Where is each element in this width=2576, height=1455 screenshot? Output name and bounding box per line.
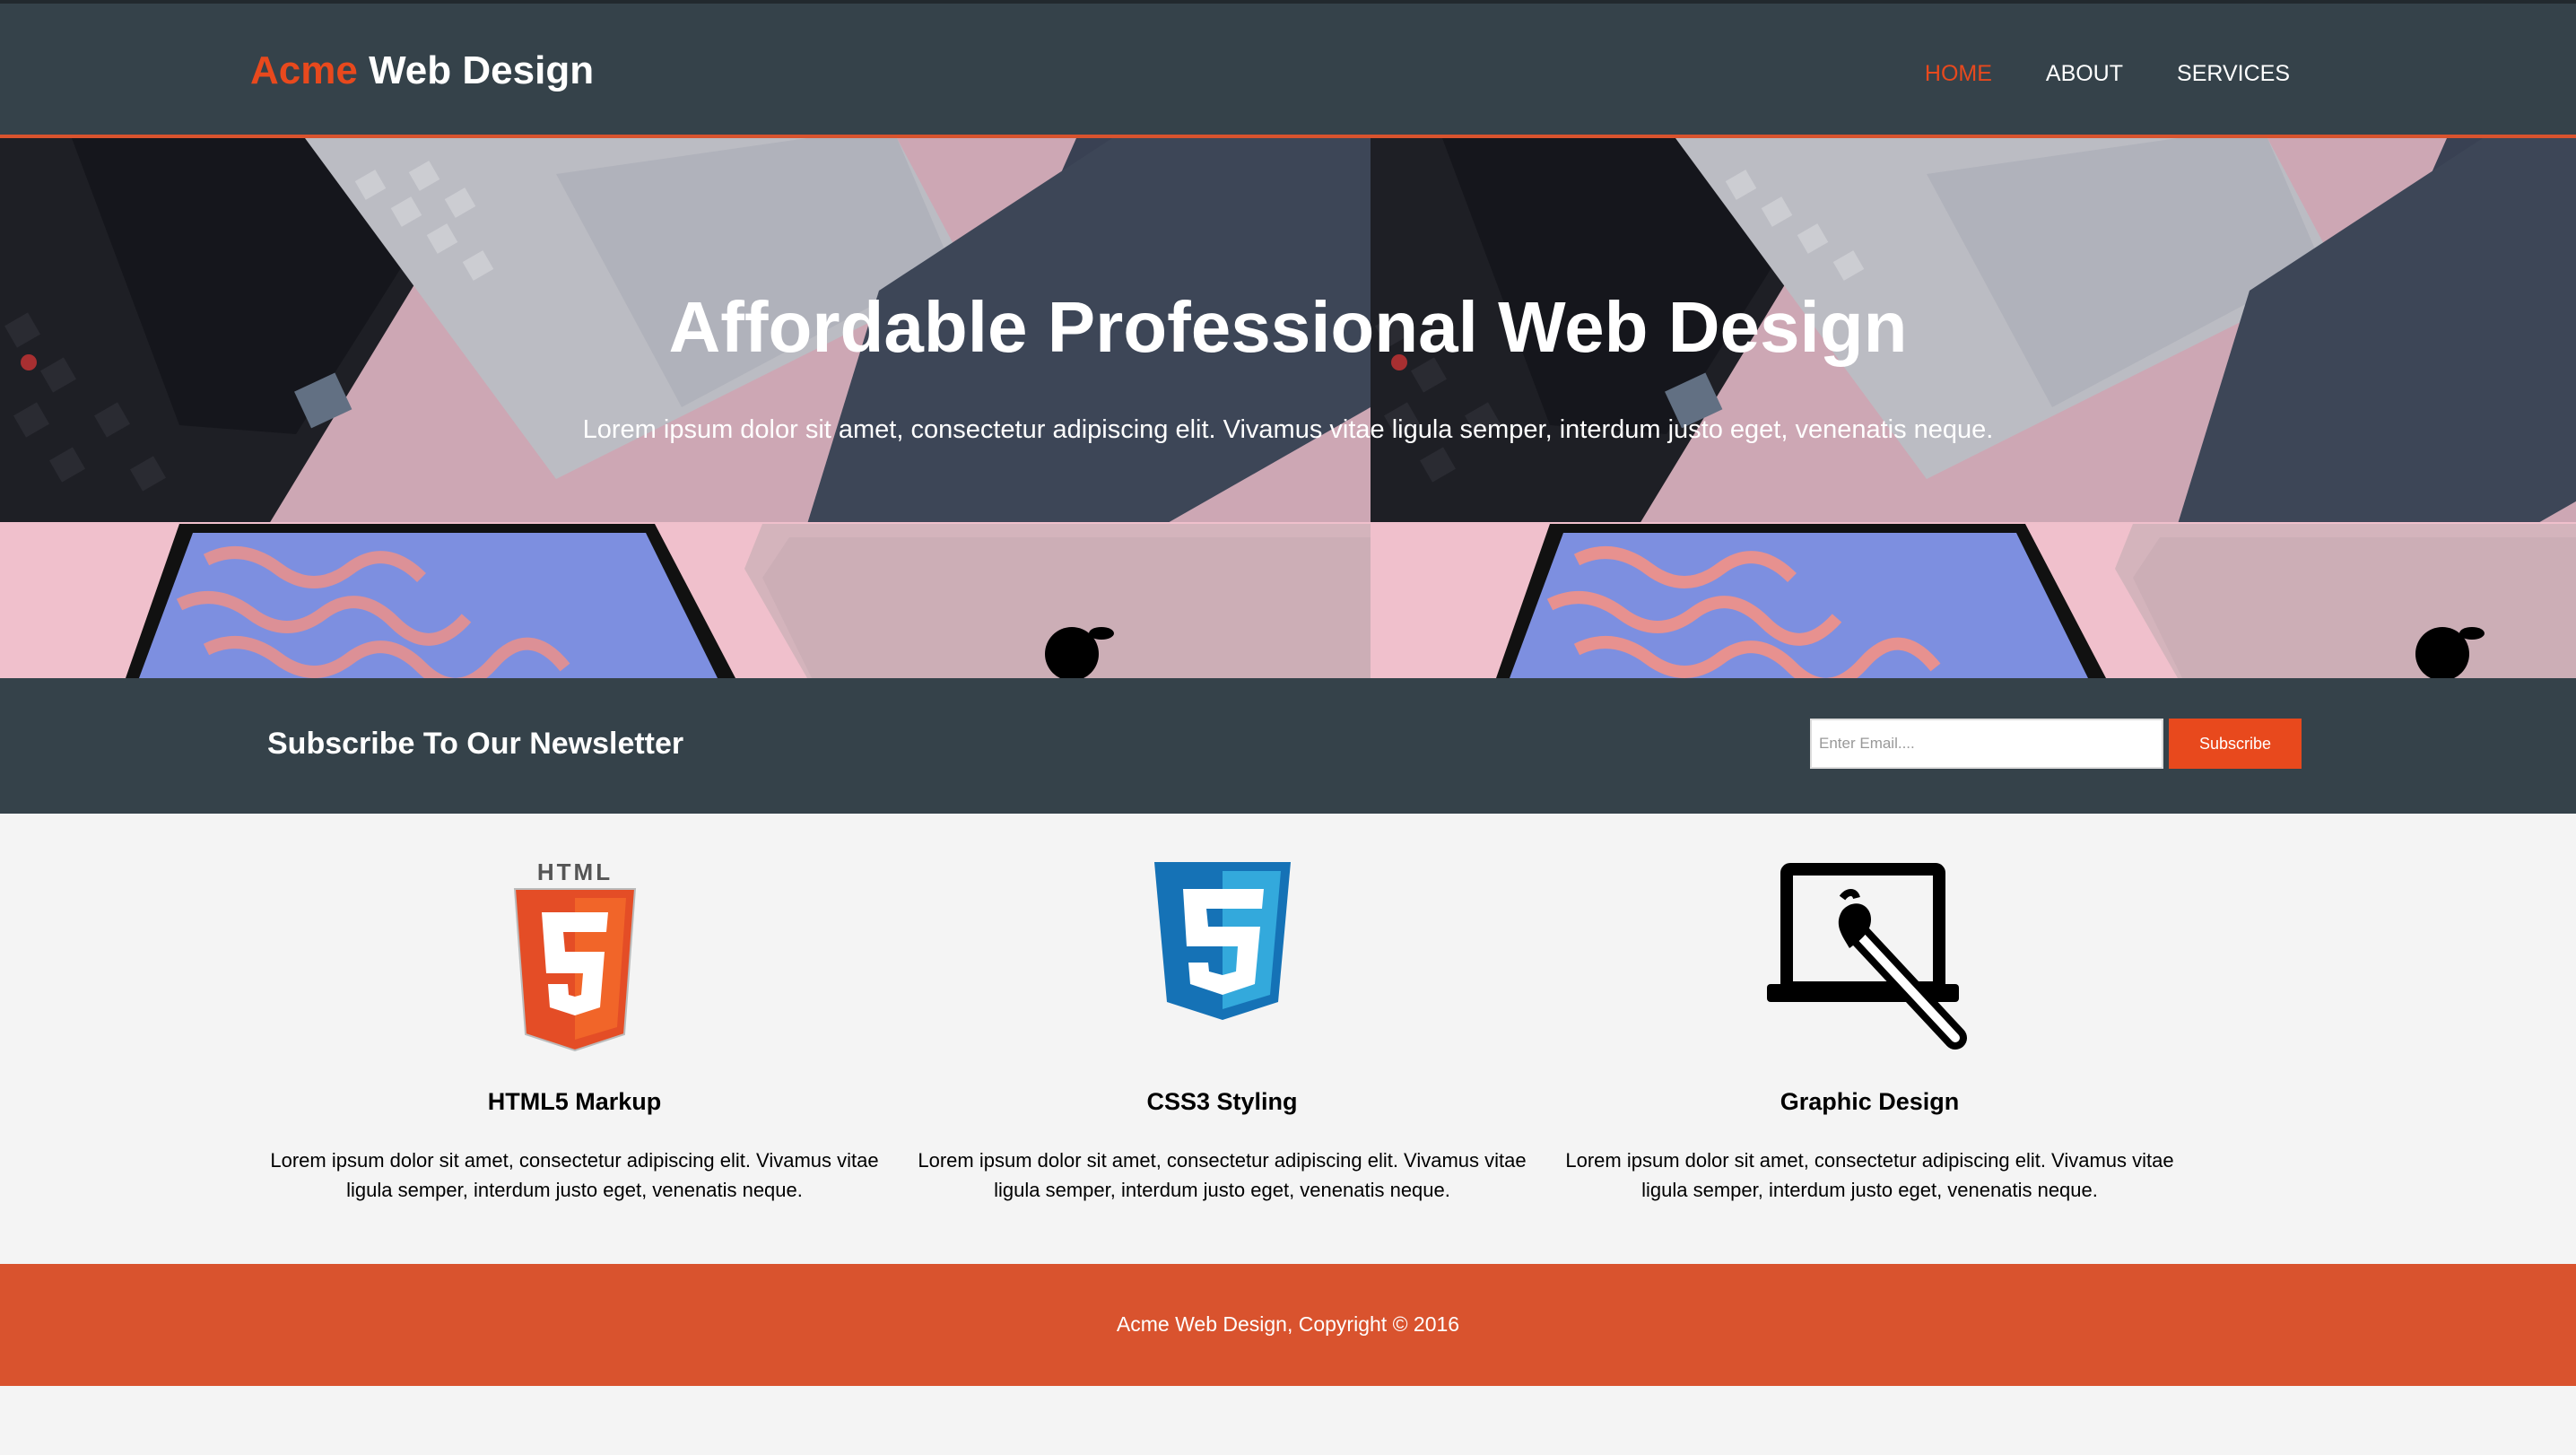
hero-title: Affordable Professional Web Design xyxy=(668,287,1908,367)
footer-copyright: Acme Web Design, Copyright © 2016 xyxy=(1116,1312,1460,1336)
nav-link-home[interactable]: Home xyxy=(1925,61,1992,87)
newsletter-title: Subscribe To Our Newsletter xyxy=(267,727,684,761)
services-boxes: HTML HTML5 Markup Lorem ipsum dolor sit … xyxy=(0,814,2576,1264)
newsletter-email-input[interactable] xyxy=(1810,719,2163,769)
hero-subtitle: Lorem ipsum dolor sit amet, consectetur … xyxy=(582,415,1994,444)
nav-link-services[interactable]: Services xyxy=(2177,61,2290,87)
css3-logo-icon xyxy=(1154,862,1291,1020)
hero-showcase: Affordable Professional Web Design Lorem… xyxy=(0,138,2576,678)
site-header: Acme Web Design Home About Services xyxy=(0,0,2576,138)
service-box-text: Lorem ipsum dolor sit amet, consectetur … xyxy=(918,1149,1527,1201)
service-box-text: Lorem ipsum dolor sit amet, consectetur … xyxy=(1565,1149,2174,1201)
html5-logo-icon: HTML xyxy=(513,858,637,1052)
graphic-design-icon xyxy=(1767,863,1967,1050)
logo-highlight: Acme xyxy=(250,48,358,92)
service-box-text: Lorem ipsum dolor sit amet, consectetur … xyxy=(270,1149,879,1201)
service-box-title: HTML5 Markup xyxy=(487,1088,662,1115)
nav-link-about[interactable]: About xyxy=(2046,61,2123,87)
service-box-title: Graphic Design xyxy=(1780,1088,1960,1115)
site-logo[interactable]: Acme Web Design xyxy=(250,48,594,93)
newsletter-section: Subscribe To Our Newsletter Subscribe xyxy=(0,678,2576,814)
logo-rest: Web Design xyxy=(357,48,595,92)
main-nav: Home About Services xyxy=(1925,61,2290,87)
site-footer: Acme Web Design, Copyright © 2016 xyxy=(0,1264,2576,1386)
svg-text:HTML: HTML xyxy=(537,858,613,885)
subscribe-button[interactable]: Subscribe xyxy=(2169,719,2302,769)
service-box-title: CSS3 Styling xyxy=(1146,1088,1298,1115)
